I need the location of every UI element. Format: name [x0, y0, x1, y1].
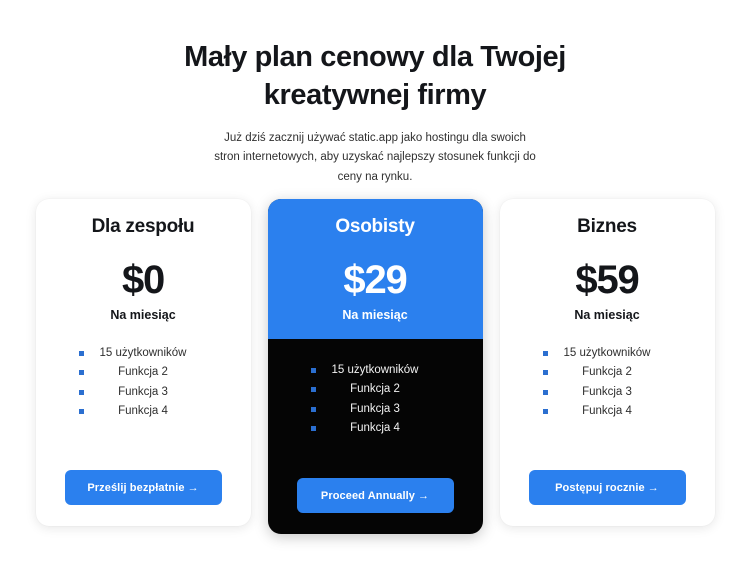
list-item: Funkcja 4	[78, 402, 191, 421]
feature-label: 15 użytkowników	[563, 347, 651, 359]
bullet-square-icon	[78, 408, 84, 414]
feature-list: 15 użytkowników Funkcja 2 Funkcja 3 Funk…	[78, 344, 191, 421]
list-item: 15 użytkowników	[542, 344, 655, 363]
list-item: Funkcja 4	[310, 419, 423, 438]
cta-container: Prześlij bezpłatnie →	[36, 470, 251, 505]
feature-label: Funkcja 3	[350, 402, 400, 415]
plan-name: Dla zespołu	[91, 216, 195, 237]
card-header: Osobisty $29 Na miesiąc	[267, 199, 483, 339]
cta-container: Proceed Annually →	[268, 478, 483, 513]
pricing-card-personal[interactable]: Osobisty $29 Na miesiąc 15 użytkowników …	[267, 199, 483, 534]
cta-label: Postępuj rocznie	[555, 481, 645, 494]
card-header: Dla zespołu $0 Na miesiąc	[36, 199, 251, 322]
pricing-card-team[interactable]: Dla zespołu $0 Na miesiąc 15 użytkownikó…	[35, 199, 251, 526]
list-item: 15 użytkowników	[78, 344, 191, 363]
feature-label: 15 użytkowników	[331, 364, 419, 376]
card-header: Biznes $59 Na miesiąc	[500, 199, 715, 322]
cta-label: Proceed Annually	[320, 489, 415, 502]
feature-list: 15 użytkowników Funkcja 2 Funkcja 3 Funk…	[310, 361, 423, 438]
bullet-square-icon	[542, 370, 548, 376]
bullet-square-icon	[78, 351, 84, 356]
list-item: Funkcja 3	[78, 383, 191, 402]
arrow-right-icon: →	[187, 481, 199, 494]
bullet-square-icon	[78, 370, 84, 376]
proceed-yearly-button[interactable]: Postępuj rocznie →	[528, 470, 686, 505]
feature-label: Funkcja 4	[582, 404, 632, 417]
list-item: Funkcja 3	[310, 400, 423, 419]
arrow-right-icon: →	[647, 481, 659, 494]
list-item: Funkcja 2	[78, 363, 191, 382]
bullet-square-icon	[542, 389, 548, 395]
feature-label: Funkcja 4	[350, 421, 400, 434]
pricing-cards-row: Dla zespołu $0 Na miesiąc 15 użytkownikó…	[0, 199, 750, 534]
list-item: 15 użytkowników	[310, 361, 423, 380]
list-item: Funkcja 2	[310, 380, 423, 399]
plan-period: Na miesiąc	[574, 308, 640, 322]
cta-container: Postępuj rocznie →	[500, 470, 715, 505]
cta-label: Prześlij bezpłatnie	[87, 481, 185, 494]
plan-name: Osobisty	[335, 216, 415, 237]
feature-label: Funkcja 2	[582, 366, 632, 379]
page-title: Mały plan cenowy dla Twojej kreatywnej f…	[184, 41, 566, 112]
feature-label: Funkcja 4	[118, 404, 168, 417]
plan-price: $59	[575, 258, 639, 302]
plan-period: Na miesiąc	[342, 308, 408, 322]
proceed-annually-button[interactable]: Proceed Annually →	[296, 478, 454, 513]
feature-label: Funkcja 3	[118, 385, 168, 398]
list-item: Funkcja 2	[542, 363, 655, 382]
bullet-square-icon	[542, 408, 548, 414]
plan-name: Biznes	[577, 216, 637, 237]
bullet-square-icon	[310, 425, 316, 431]
bullet-square-icon	[310, 368, 316, 373]
feature-list: 15 użytkowników Funkcja 2 Funkcja 3 Funk…	[542, 344, 655, 421]
feature-label: Funkcja 2	[118, 366, 168, 379]
bullet-square-icon	[78, 389, 84, 395]
feature-label: Funkcja 3	[582, 385, 632, 398]
feature-label: 15 użytkowników	[99, 347, 187, 359]
plan-price: $0	[121, 258, 165, 302]
list-item: Funkcja 4	[542, 402, 655, 421]
pricing-page: Mały plan cenowy dla Twojej kreatywnej f…	[0, 0, 750, 570]
page-subtitle: Już dziś zacznij używać static.app jako …	[214, 131, 536, 184]
bullet-square-icon	[310, 387, 316, 393]
pricing-card-business[interactable]: Biznes $59 Na miesiąc 15 użytkowników Fu…	[499, 199, 715, 526]
page-header: Mały plan cenowy dla Twojej kreatywnej f…	[0, 0, 750, 188]
bullet-square-icon	[310, 406, 316, 412]
arrow-right-icon: →	[418, 489, 430, 502]
feature-label: Funkcja 2	[350, 383, 400, 396]
plan-price: $29	[343, 258, 407, 302]
plan-period: Na miesiąc	[110, 308, 176, 322]
submit-free-button[interactable]: Prześlij bezpłatnie →	[64, 470, 222, 505]
bullet-square-icon	[542, 351, 548, 356]
list-item: Funkcja 3	[542, 383, 655, 402]
